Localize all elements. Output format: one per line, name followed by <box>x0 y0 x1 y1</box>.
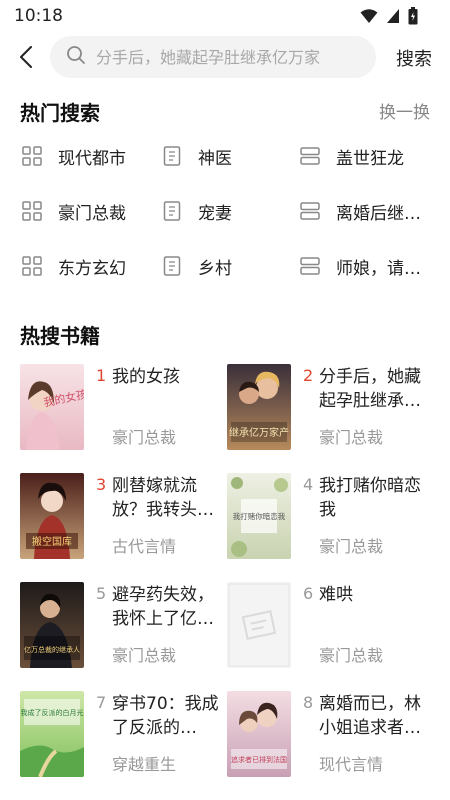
book-card[interactable]: 6 难哄 豪门总裁 <box>227 582 427 672</box>
hot-search-label: 盖世狂龙 <box>336 148 404 169</box>
hot-search-item[interactable]: 盖世狂龙 <box>298 136 448 176</box>
list-icon <box>298 254 322 278</box>
battery-icon <box>408 7 418 29</box>
book-cover: 搬空国库 <box>20 473 84 559</box>
book-cover-title: 追求者已排到法国 <box>231 755 287 764</box>
book-title: 避孕药失效，我怀上了亿… <box>112 585 214 629</box>
hot-search-row: 现代都市 神医 盖世狂龙 <box>20 136 440 191</box>
search-row: 搜索 <box>0 36 450 78</box>
book-rank: 7 <box>96 693 107 712</box>
book-card[interactable]: 搬空国库 3 刚替嫁就流放？我转头… 古代言情 <box>20 473 220 563</box>
search-box[interactable] <box>50 36 376 78</box>
book-rank: 3 <box>96 475 107 494</box>
book-rank: 8 <box>303 693 314 712</box>
book-tag: 穿越重生 <box>112 755 177 774</box>
hot-search-item[interactable]: 现代都市 <box>20 136 150 176</box>
list-icon <box>298 199 322 223</box>
book-cover: 我成了反派的白月光 <box>20 691 84 777</box>
hot-search-row: 豪门总裁 宠妻 离婚后继… <box>20 191 440 246</box>
book-cover-title: 我打赌你暗恋我 <box>233 511 286 521</box>
hot-search-item[interactable]: 东方玄幻 <box>20 246 150 286</box>
book-rank: 2 <box>303 366 314 385</box>
back-arrow-icon <box>20 46 32 68</box>
book-title: 我打赌你暗恋我 <box>319 476 421 520</box>
book-rank: 6 <box>303 584 314 603</box>
wifi-icon <box>360 8 378 28</box>
book-rank: 4 <box>303 475 314 494</box>
grid-icon <box>20 144 44 168</box>
hot-search-label: 宠妻 <box>198 203 232 224</box>
book-cover <box>227 582 291 668</box>
hot-search-item[interactable]: 师娘，请… <box>298 246 448 286</box>
book-tag: 豪门总裁 <box>112 646 177 665</box>
hot-search-item[interactable]: 乡村 <box>160 246 290 286</box>
book-card[interactable]: 我成了反派的白月光 7 穿书70：我成了反派的… 穿越重生 <box>20 691 220 781</box>
book-tag: 古代言情 <box>112 537 177 556</box>
book-card[interactable]: 继承亿万家产 2 分手后，她藏起孕肚继承… 豪门总裁 <box>227 364 427 454</box>
book-cover: 继承亿万家产 <box>227 364 291 450</box>
hot-search-label: 豪门总裁 <box>58 203 126 224</box>
book-title: 我的女孩 <box>112 367 180 387</box>
hot-search-item[interactable]: 宠妻 <box>160 191 290 231</box>
book-tag: 豪门总裁 <box>319 428 384 447</box>
book-rank: 5 <box>96 584 107 603</box>
book-tag: 豪门总裁 <box>112 428 177 447</box>
hot-search-label: 离婚后继… <box>336 203 421 224</box>
status-time: 10:18 <box>14 6 63 26</box>
book-title: 离婚而已，林小姐追求者… <box>319 694 421 738</box>
hot-search-row: 东方玄幻 乡村 师娘，请… <box>20 246 440 301</box>
hot-search-title: 热门搜索 <box>20 101 100 125</box>
hot-search-item[interactable]: 神医 <box>160 136 290 176</box>
status-bar: 10:18 <box>0 0 450 32</box>
book-cover: 追求者已排到法国 <box>227 691 291 777</box>
book-icon <box>160 144 184 168</box>
book-card[interactable]: 亿万总裁的继承人 5 避孕药失效，我怀上了亿… 豪门总裁 <box>20 582 220 672</box>
book-tag: 豪门总裁 <box>319 646 384 665</box>
refresh-button[interactable]: 换一换 <box>379 98 430 123</box>
book-title: 难哄 <box>319 585 353 605</box>
book-title: 穿书70：我成了反派的… <box>112 694 219 738</box>
back-button[interactable] <box>12 43 40 71</box>
search-icon <box>66 45 86 69</box>
book-tag: 现代言情 <box>319 755 384 774</box>
book-cover-title: 继承亿万家产 <box>229 426 289 439</box>
book-card[interactable]: 我打赌你暗恋我 4 我打赌你暗恋我 豪门总裁 <box>227 473 427 563</box>
signal-icon <box>386 8 400 28</box>
book-card[interactable]: 追求者已排到法国 8 离婚而已，林小姐追求者… 现代言情 <box>227 691 427 781</box>
book-title: 刚替嫁就流放？我转头… <box>112 476 214 520</box>
book-cover: 我的女孩 <box>20 364 84 450</box>
hot-books-title: 热搜书籍 <box>20 324 100 348</box>
list-icon <box>298 144 322 168</box>
book-tag: 豪门总裁 <box>319 537 384 556</box>
book-icon <box>160 199 184 223</box>
hot-search-item[interactable]: 豪门总裁 <box>20 191 150 231</box>
hot-search-item[interactable]: 离婚后继… <box>298 191 448 231</box>
hot-search-label: 乡村 <box>198 258 232 279</box>
book-cover-title: 亿万总裁的继承人 <box>24 645 80 654</box>
book-title: 分手后，她藏起孕肚继承… <box>319 367 421 411</box>
book-cover: 我打赌你暗恋我 <box>227 473 291 559</box>
book-card[interactable]: 我的女孩 1 我的女孩 豪门总裁 <box>20 364 220 454</box>
search-button[interactable]: 搜索 <box>396 45 432 71</box>
hot-search-label: 神医 <box>198 148 232 169</box>
grid-icon <box>20 199 44 223</box>
search-input[interactable] <box>96 47 366 67</box>
book-cover-title: 我成了反派的白月光 <box>21 708 84 717</box>
status-icons <box>360 7 418 29</box>
grid-icon <box>20 254 44 278</box>
book-rank: 1 <box>96 366 107 385</box>
book-cover: 亿万总裁的继承人 <box>20 582 84 668</box>
hot-search-label: 师娘，请… <box>336 258 421 279</box>
hot-search-label: 东方玄幻 <box>58 258 126 279</box>
hot-search-grid: 现代都市 神医 盖世狂龙 豪门总裁 宠妻 离婚后继… 东方玄幻 乡村 师娘，请… <box>20 136 440 301</box>
book-cover-title: 搬空国库 <box>32 535 72 548</box>
book-icon <box>160 254 184 278</box>
hot-search-label: 现代都市 <box>58 148 126 169</box>
